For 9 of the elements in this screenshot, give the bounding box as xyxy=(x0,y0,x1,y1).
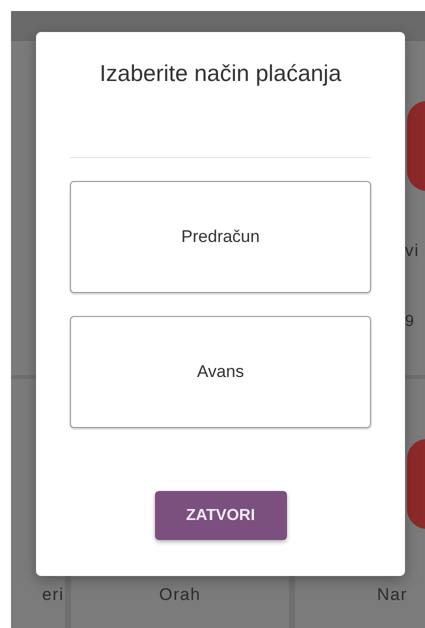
product-name: eri xyxy=(42,585,64,605)
product-name: vi xyxy=(405,241,420,261)
product-price: 9 xyxy=(405,313,414,331)
close-button[interactable]: ZATVORI xyxy=(154,491,286,540)
payment-option-button[interactable]: Avans xyxy=(70,316,371,428)
payment-option-button[interactable]: Predračun xyxy=(70,181,371,293)
product-name: Orah xyxy=(159,585,201,605)
product-name: Nar xyxy=(377,585,408,605)
dialog-title: Izaberite način plaćanja xyxy=(100,60,342,87)
